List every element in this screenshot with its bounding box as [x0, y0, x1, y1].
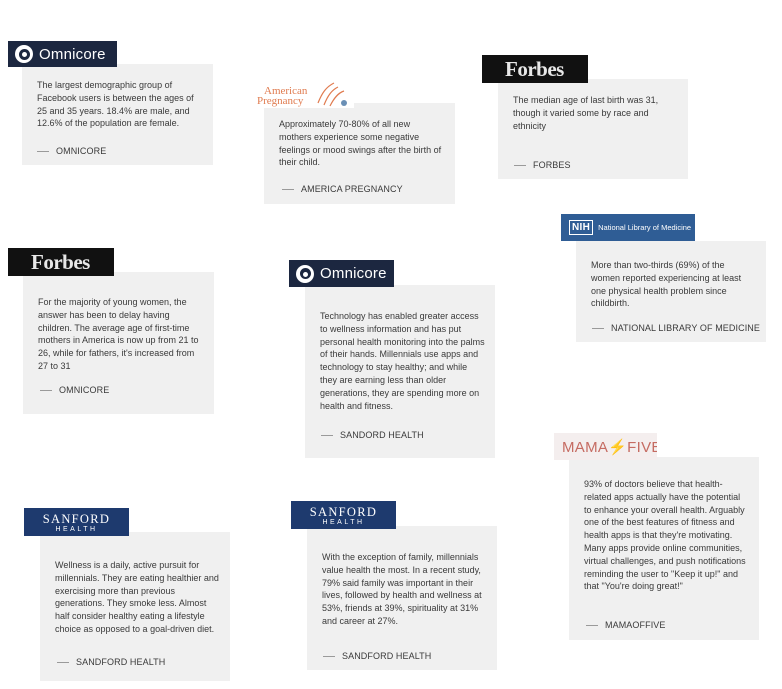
source-label: NATIONAL LIBRARY OF MEDICINE: [611, 323, 760, 333]
quote-card: The largest demographic group of Faceboo…: [22, 64, 213, 165]
quote-source: OMNICORE: [37, 146, 106, 156]
quote-card: Approximately 70-80% of all new mothers …: [264, 103, 455, 204]
leaf-icon: [317, 82, 347, 107]
omnicore-mark-icon: [15, 45, 33, 63]
source-label: OMNICORE: [56, 146, 107, 156]
quote-source: NATIONAL LIBRARY OF MEDICINE: [592, 323, 760, 333]
quote-source: MAMAOFFIVE: [586, 620, 666, 630]
source-dash: [40, 390, 52, 392]
quote-text: Approximately 70-80% of all new mothers …: [279, 119, 442, 168]
logo-text: SANFORD: [42, 512, 111, 526]
quote-card: Wellness is a daily, active pursuit for …: [40, 532, 230, 681]
source-dash: [37, 151, 49, 153]
source-dash: [514, 165, 526, 167]
source-dash: [586, 625, 598, 627]
nih-badge: NIH: [569, 220, 594, 235]
logo-text: Pregnancy: [257, 95, 304, 107]
quote-text: The median age of last birth was 31, tho…: [513, 95, 659, 131]
logo-subtext: HEALTH: [55, 526, 98, 533]
quote-source: SANDFORD HEALTH: [323, 651, 431, 661]
quote-text: Technology has enabled greater access to…: [320, 311, 485, 411]
source-label: MAMAOFFIVE: [605, 620, 666, 630]
logo-text: National Library of Medicine: [598, 223, 692, 232]
quote-text: For the majority of young women, the ans…: [38, 297, 199, 371]
logo-text: SANFORD: [309, 505, 378, 519]
quote-card: 93% of doctors believe that health-relat…: [569, 457, 759, 640]
source-label: SANDFORD HEALTH: [76, 657, 166, 667]
logo-subtext: HEALTH: [322, 519, 365, 526]
source-label: OMNICORE: [59, 385, 110, 395]
quote-text: With the exception of family, millennial…: [322, 552, 482, 626]
quote-source: OMNICORE: [40, 385, 109, 395]
sanford-health-logo: SANFORD HEALTH: [24, 508, 129, 536]
logo-text: Omnicore: [39, 45, 106, 63]
logo-text: Omnicore: [320, 265, 387, 282]
source-label: FORBES: [533, 160, 571, 170]
forbes-logo: Forbes: [8, 248, 114, 276]
source-dash: [592, 328, 604, 330]
quote-text: The largest demographic group of Faceboo…: [37, 80, 194, 129]
quote-card: Technology has enabled greater access to…: [305, 285, 495, 458]
quote-source: SANDFORD HEALTH: [57, 657, 165, 667]
source-dash: [321, 435, 333, 437]
source-dash: [57, 662, 69, 664]
source-label: SANDORD HEALTH: [340, 430, 424, 440]
logo-text: Forbes: [31, 249, 90, 274]
sanford-health-logo: SANFORD HEALTH: [291, 501, 396, 529]
logo-text: MAMA⚡FIVE: [562, 438, 657, 456]
quote-card: For the majority of young women, the ans…: [23, 272, 214, 414]
forbes-logo: Forbes: [482, 55, 588, 83]
omnicore-logo: Omnicore: [8, 41, 117, 67]
quote-text: More than two-thirds (69%) of the women …: [591, 260, 742, 309]
mama-of-five-logo: MAMA⚡FIVE: [554, 433, 657, 460]
quote-card: The median age of last birth was 31, tho…: [498, 79, 688, 179]
quote-card: With the exception of family, millennial…: [307, 526, 497, 670]
source-dash: [282, 189, 294, 191]
omnicore-logo: Omnicore: [289, 260, 394, 287]
quote-source: AMERICA PREGNANCY: [282, 184, 403, 194]
quote-text: 93% of doctors believe that health-relat…: [584, 479, 746, 592]
omnicore-mark-icon: [296, 264, 314, 283]
quote-card: More than two-thirds (69%) of the women …: [576, 241, 766, 342]
quote-text: Wellness is a daily, active pursuit for …: [55, 560, 219, 634]
american-pregnancy-logo: American Pregnancy: [256, 81, 354, 108]
source-label: AMERICA PREGNANCY: [301, 184, 403, 194]
nih-logo: NIH National Library of Medicine: [561, 214, 695, 241]
source-dash: [323, 656, 335, 658]
quote-source: FORBES: [514, 160, 571, 170]
logo-text: Forbes: [505, 56, 564, 81]
source-label: SANDFORD HEALTH: [342, 651, 432, 661]
quote-source: SANDORD HEALTH: [321, 430, 424, 440]
